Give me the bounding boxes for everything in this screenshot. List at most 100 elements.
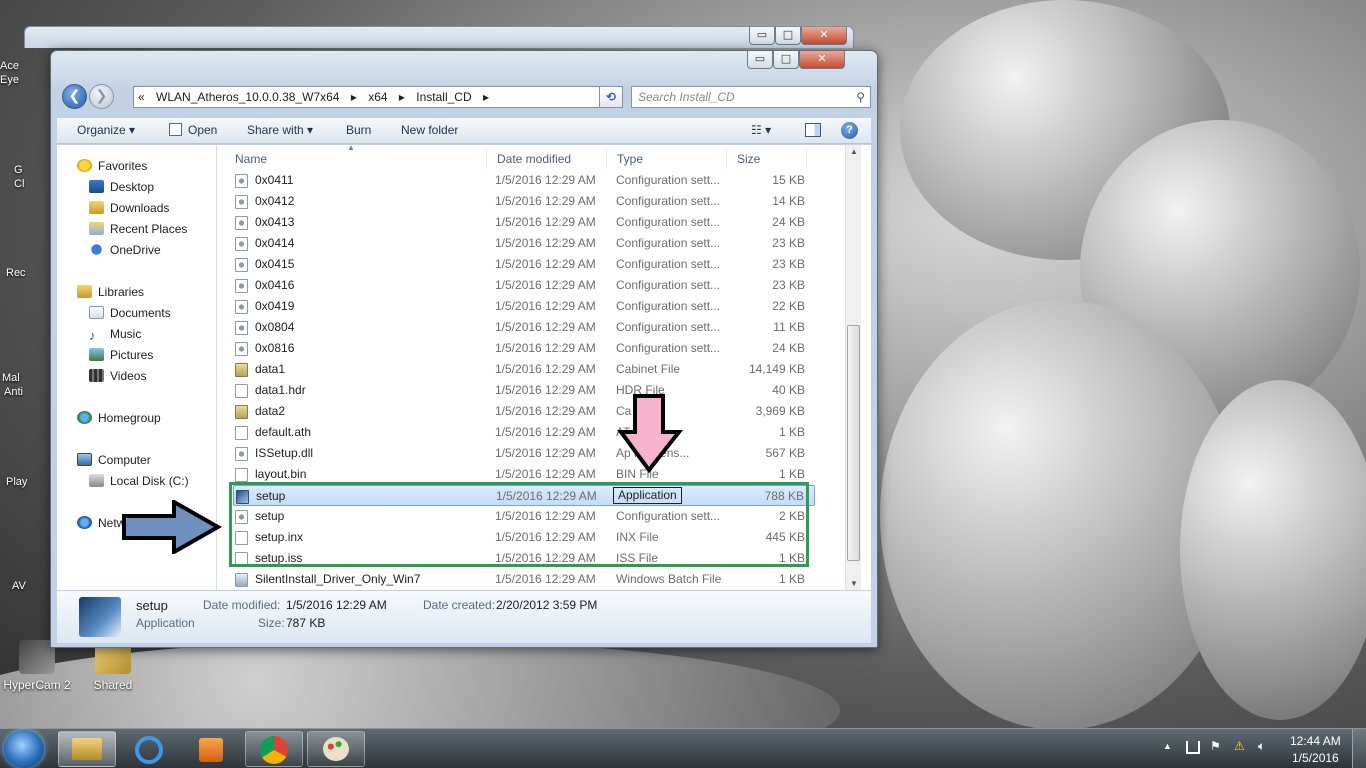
desktop-icon-label[interactable]: Cl xyxy=(14,178,44,190)
file-row[interactable]: 0x0413 1/5/2016 12:29 AM Configuration set… xyxy=(233,212,815,233)
breadcrumb-item[interactable]: WLAN_Atheros_10.0.0.38_W7x64 xyxy=(156,87,339,107)
config-file-icon xyxy=(235,174,248,188)
file-row[interactable]: 0x0414 1/5/2016 12:29 AM Configuration set… xyxy=(233,233,815,254)
nav-homegroup[interactable]: Homegroup xyxy=(77,408,161,428)
scroll-down-arrow[interactable]: ▼ xyxy=(850,579,858,588)
nav-pictures[interactable]: Pictures xyxy=(89,345,153,365)
nav-local-disk[interactable]: Local Disk (C:) xyxy=(89,471,189,491)
column-header-name[interactable]: Name xyxy=(225,149,487,169)
background-window[interactable]: ▭ □ ✕ xyxy=(24,26,854,48)
share-with-button[interactable]: Share with ▾ xyxy=(247,123,313,137)
clock-date[interactable]: 1/5/2016 xyxy=(1292,751,1339,765)
file-name: 0x0413 xyxy=(255,215,295,229)
action-center-flag-icon[interactable]: ⚑ xyxy=(1210,739,1221,753)
taskbar-explorer-button[interactable] xyxy=(58,731,116,767)
pictures-icon xyxy=(89,348,104,361)
breadcrumb-separator[interactable]: ▸ xyxy=(399,87,405,107)
file-row[interactable]: data1 1/5/2016 12:29 AM Cabinet File 14,149… xyxy=(233,359,815,380)
close-button[interactable]: ✕ xyxy=(799,51,845,69)
minimize-button[interactable]: ▭ xyxy=(749,27,775,45)
scrollbar-thumb[interactable] xyxy=(847,325,860,561)
vertical-scrollbar[interactable]: ▲ ▼ xyxy=(845,145,861,590)
taskbar-paint-button[interactable] xyxy=(307,731,365,767)
nav-desktop[interactable]: Desktop xyxy=(89,177,154,197)
maximize-button[interactable]: □ xyxy=(775,27,801,45)
nav-onedrive[interactable]: OneDrive xyxy=(89,240,161,260)
file-row[interactable]: data1.hdr 1/5/2016 12:29 AM HDR File 40 KB xyxy=(233,380,815,401)
file-row[interactable]: 0x0816 1/5/2016 12:29 AM Configuration set… xyxy=(233,338,815,359)
minimize-button[interactable]: ▭ xyxy=(747,51,773,69)
open-button[interactable]: Open xyxy=(188,123,217,137)
nav-music[interactable]: ♪ Music xyxy=(89,324,141,344)
power-warning-icon[interactable]: ⚠ xyxy=(1234,739,1245,753)
file-row[interactable]: 0x0412 1/5/2016 12:29 AM Configuration set… xyxy=(233,191,815,212)
preview-pane-icon[interactable] xyxy=(805,123,821,137)
nav-recent-places[interactable]: Recent Places xyxy=(89,219,187,239)
desktop-icon-label[interactable]: Eye xyxy=(0,74,30,86)
cloud-icon xyxy=(89,243,104,256)
breadcrumb-item[interactable]: Install_CD xyxy=(416,87,471,107)
view-options-icon[interactable]: ☷ ▾ xyxy=(751,123,771,137)
desktop-icon-label[interactable]: Rec xyxy=(6,267,36,279)
scroll-up-arrow[interactable]: ▲ xyxy=(850,147,858,156)
maximize-button[interactable]: □ xyxy=(773,51,799,69)
file-row[interactable]: 0x0804 1/5/2016 12:29 AM Configuration set… xyxy=(233,317,815,338)
show-desktop-button[interactable] xyxy=(1352,729,1366,768)
clock-time[interactable]: 12:44 AM xyxy=(1290,734,1341,748)
column-header-type[interactable]: Type xyxy=(607,149,727,169)
taskbar-media-button[interactable] xyxy=(182,731,240,767)
nav-label: Libraries xyxy=(98,285,145,299)
breadcrumb-item[interactable]: x64 xyxy=(368,87,387,107)
file-row[interactable]: 0x0419 1/5/2016 12:29 AM Configuration set… xyxy=(233,296,815,317)
search-input[interactable]: Search Install_CD ⚲ xyxy=(631,86,871,108)
organize-button[interactable]: Organize ▾ xyxy=(77,123,135,137)
network-icon xyxy=(77,516,92,529)
desktop-icon-label[interactable]: Play xyxy=(6,476,36,488)
desktop-icon-label[interactable]: Anti xyxy=(4,386,34,398)
desktop-icon-label[interactable]: AV xyxy=(12,580,42,592)
help-icon[interactable]: ? xyxy=(841,122,858,139)
column-header-date[interactable]: Date modified xyxy=(487,149,607,169)
start-button[interactable] xyxy=(4,730,44,768)
breadcrumb-separator[interactable]: ▸ xyxy=(351,87,357,107)
music-icon: ♪ xyxy=(89,328,96,343)
file-date-modified: 1/5/2016 12:29 AM xyxy=(495,425,596,439)
file-size: 23 KB xyxy=(772,257,805,271)
desktop-icon-label[interactable]: G xyxy=(14,164,44,176)
nav-label: Documents xyxy=(110,306,171,320)
file-row[interactable]: 0x0416 1/5/2016 12:29 AM Configuration set… xyxy=(233,275,815,296)
show-hidden-icons-icon[interactable]: ▲ xyxy=(1163,741,1172,751)
column-header-size[interactable]: Size xyxy=(727,149,807,169)
new-folder-button[interactable]: New folder xyxy=(401,123,458,137)
file-row[interactable]: data2 1/5/2016 12:29 AM Ca ile 3,969 KB xyxy=(233,401,815,422)
volume-icon[interactable]: 🔈︎ xyxy=(1258,739,1265,754)
nav-computer[interactable]: Computer xyxy=(77,450,151,470)
file-name: 0x0416 xyxy=(255,278,295,292)
breadcrumb-overflow[interactable]: « xyxy=(138,87,145,107)
file-row[interactable]: 0x0415 1/5/2016 12:29 AM Configuration set… xyxy=(233,254,815,275)
breadcrumb-separator[interactable]: ▸ xyxy=(483,87,489,107)
file-row[interactable]: SilentInstall_Driver_Only_Win7 1/5/2016 1… xyxy=(233,569,815,590)
refresh-button[interactable]: ⟲ xyxy=(599,86,623,108)
desktop-icon-label[interactable]: Ace xyxy=(0,60,30,72)
forward-button[interactable]: ❯ xyxy=(89,84,114,109)
nav-videos[interactable]: Videos xyxy=(89,366,146,386)
file-row[interactable]: default.ath1/5/2016 12:29 AMAT1 KB xyxy=(233,422,815,443)
file-row[interactable]: ISSetup.dll1/5/2016 12:29 AMAp n extens.… xyxy=(233,443,815,464)
close-button[interactable]: ✕ xyxy=(801,27,847,45)
address-bar[interactable]: « WLAN_Atheros_10.0.0.38_W7x64 ▸ x64 ▸ I… xyxy=(133,86,623,108)
file-size: 1 KB xyxy=(778,572,805,586)
nav-downloads[interactable]: Downloads xyxy=(89,198,169,218)
file-row[interactable]: 0x0411 1/5/2016 12:29 AM Configuration set… xyxy=(233,170,815,191)
nav-label: Computer xyxy=(98,453,151,467)
back-button[interactable]: ❮ xyxy=(62,84,87,109)
burn-button[interactable]: Burn xyxy=(346,123,371,137)
nav-libraries[interactable]: Libraries xyxy=(77,282,144,302)
desktop-icon-label[interactable]: Mal xyxy=(2,372,32,384)
nav-favorites[interactable]: Favorites xyxy=(77,156,147,176)
taskbar-ie-button[interactable] xyxy=(120,731,178,767)
taskbar-chrome-button[interactable] xyxy=(245,731,303,767)
network-tray-icon[interactable] xyxy=(1186,741,1200,754)
nav-network[interactable]: Netw xyxy=(77,513,125,533)
nav-documents[interactable]: Documents xyxy=(89,303,171,323)
